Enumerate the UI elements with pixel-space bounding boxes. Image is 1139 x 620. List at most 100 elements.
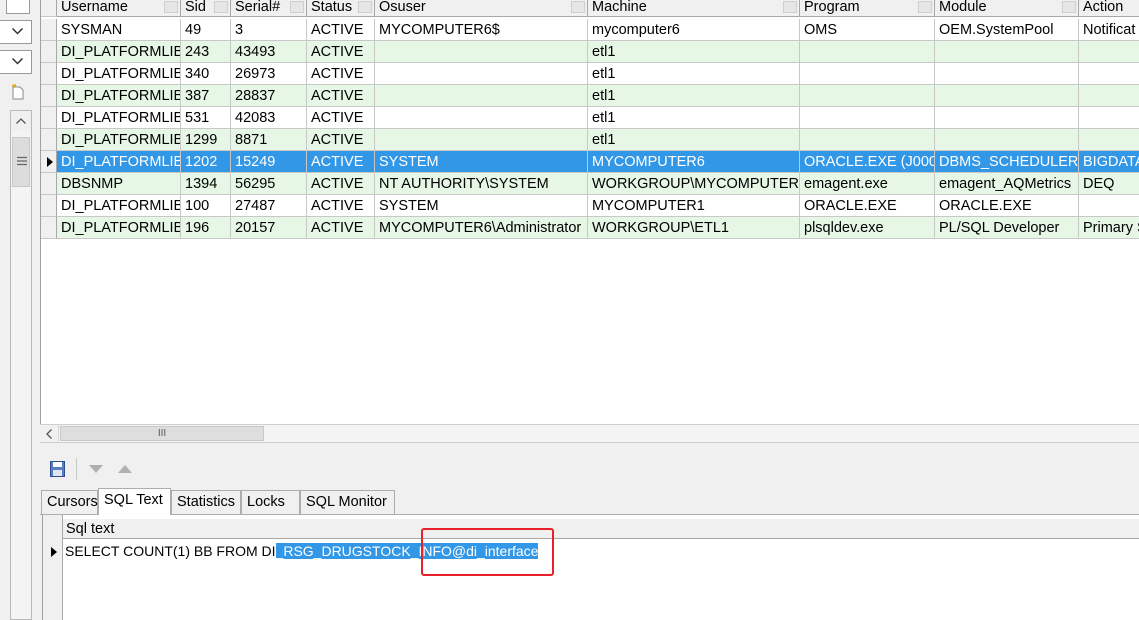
cell-sid[interactable]: 1394 [181,173,231,195]
arrow-down-icon[interactable] [89,465,103,473]
left-dropdown-1[interactable] [0,20,32,44]
cell-username[interactable]: SYSMAN [57,19,181,41]
cell-sid[interactable]: 100 [181,195,231,217]
cell-action[interactable] [1079,107,1139,129]
left-top-box[interactable] [6,0,30,14]
cell-status[interactable]: ACTIVE [307,19,375,41]
cell-osuser[interactable] [375,41,588,63]
cell-module[interactable] [935,107,1079,129]
cell-program[interactable] [800,85,935,107]
cell-machine[interactable]: etl1 [588,107,800,129]
cell-action[interactable] [1079,63,1139,85]
cell-action[interactable] [1079,85,1139,107]
cell-osuser[interactable] [375,63,588,85]
cell-module[interactable]: PL/SQL Developer [935,217,1079,239]
cell-action[interactable] [1079,41,1139,63]
table-row[interactable]: DI_PLATFORMLIB 531 42083 ACTIVE etl1 [41,107,1139,129]
scroll-up-button[interactable] [11,111,31,131]
cell-status[interactable]: ACTIVE [307,85,375,107]
cell-module[interactable]: OEM.SystemPool [935,19,1079,41]
cell-username[interactable]: DI_PLATFORMLIB [57,151,181,173]
cell-program[interactable] [800,107,935,129]
cell-serial[interactable]: 26973 [231,63,307,85]
cell-machine[interactable]: etl1 [588,85,800,107]
cell-osuser[interactable] [375,129,588,151]
cell-machine[interactable]: MYCOMPUTER6 [588,151,800,173]
cell-sid[interactable]: 531 [181,107,231,129]
column-header-program[interactable]: Program [800,0,935,17]
cell-program[interactable]: OMS [800,19,935,41]
sessions-grid[interactable]: Username Sid Serial# Status Osuser Machi… [40,0,1139,424]
table-row[interactable]: DBSNMP 1394 56295 ACTIVE NT AUTHORITY\SYSTEM… [41,173,1139,195]
cell-module[interactable]: emagent_AQMetrics [935,173,1079,195]
save-icon[interactable] [50,461,65,477]
table-row[interactable]: SYSMAN 49 3 ACTIVE MYCOMPUTER6$ mycomputer6 OM… [41,19,1139,41]
cell-status[interactable]: ACTIVE [307,63,375,85]
cell-action[interactable]: Primary S [1079,217,1139,239]
cell-program[interactable] [800,129,935,151]
column-header-status[interactable]: Status [307,0,375,17]
cell-module[interactable] [935,129,1079,151]
cell-machine[interactable]: etl1 [588,41,800,63]
cell-serial[interactable]: 20157 [231,217,307,239]
cell-username[interactable]: DI_PLATFORMLIB [57,41,181,63]
cell-status[interactable]: ACTIVE [307,173,375,195]
cell-machine[interactable]: WORKGROUP\ETL1 [588,217,800,239]
cell-osuser[interactable]: NT AUTHORITY\SYSTEM [375,173,588,195]
cell-program[interactable]: ORACLE.EXE [800,195,935,217]
column-header-username[interactable]: Username [57,0,181,17]
cell-username[interactable]: DBSNMP [57,173,181,195]
cell-username[interactable]: DI_PLATFORMLIB [57,107,181,129]
row-indicator[interactable] [41,19,57,41]
left-dropdown-2[interactable] [0,50,32,74]
table-row[interactable]: DI_PLATFORMLIB 196 20157 ACTIVE MYCOMPUTER6\… [41,217,1139,239]
cell-machine[interactable]: WORKGROUP\MYCOMPUTER6 [588,173,800,195]
cell-program[interactable]: plsqldev.exe [800,217,935,239]
table-row[interactable]: DI_PLATFORMLIB 1202 15249 ACTIVE SYSTEM MYCOM… [41,151,1139,173]
cell-action[interactable]: BIGDATA [1079,151,1139,173]
new-document-icon[interactable] [11,84,25,100]
cell-serial[interactable]: 15249 [231,151,307,173]
table-row[interactable]: DI_PLATFORMLIB 1299 8871 ACTIVE etl1 [41,129,1139,151]
cell-action[interactable] [1079,129,1139,151]
row-indicator[interactable] [41,195,57,217]
cell-serial[interactable]: 43493 [231,41,307,63]
cell-status[interactable]: ACTIVE [307,107,375,129]
cell-username[interactable]: DI_PLATFORMLIB [57,129,181,151]
tab-locks[interactable]: Locks [241,490,300,514]
horizontal-scrollbar[interactable]: III [40,424,1139,443]
cell-module[interactable]: DBMS_SCHEDULER [935,151,1079,173]
row-indicator[interactable] [41,107,57,129]
scroll-thumb[interactable] [12,137,30,187]
column-header-serial[interactable]: Serial# [231,0,307,17]
column-header-osuser[interactable]: Osuser [375,0,588,17]
cell-program[interactable]: ORACLE.EXE (J000) [800,151,935,173]
row-indicator[interactable] [41,85,57,107]
row-indicator[interactable] [41,129,57,151]
cell-username[interactable]: DI_PLATFORMLIB [57,217,181,239]
cell-serial[interactable]: 8871 [231,129,307,151]
sql-text-row[interactable]: SELECT COUNT(1) BB FROM DI_RSG_DRUGSTOCK… [63,541,539,561]
cell-status[interactable]: ACTIVE [307,129,375,151]
row-indicator[interactable] [41,217,57,239]
sql-text-panel[interactable]: Sql text SELECT COUNT(1) BB FROM DI_RSG_… [42,515,1139,620]
cell-sid[interactable]: 387 [181,85,231,107]
cell-osuser[interactable] [375,85,588,107]
cell-sid[interactable]: 243 [181,41,231,63]
cell-machine[interactable]: etl1 [588,63,800,85]
cell-program[interactable] [800,63,935,85]
cell-program[interactable] [800,41,935,63]
column-header-module[interactable]: Module [935,0,1079,17]
row-indicator[interactable] [41,63,57,85]
cell-program[interactable]: emagent.exe [800,173,935,195]
cell-module[interactable] [935,63,1079,85]
cell-osuser[interactable]: SYSTEM [375,195,588,217]
cell-sid[interactable]: 340 [181,63,231,85]
cell-machine[interactable]: mycomputer6 [588,19,800,41]
cell-serial[interactable]: 27487 [231,195,307,217]
cell-sid[interactable]: 49 [181,19,231,41]
cell-osuser[interactable] [375,107,588,129]
cell-serial[interactable]: 28837 [231,85,307,107]
cell-serial[interactable]: 42083 [231,107,307,129]
cell-module[interactable]: ORACLE.EXE [935,195,1079,217]
